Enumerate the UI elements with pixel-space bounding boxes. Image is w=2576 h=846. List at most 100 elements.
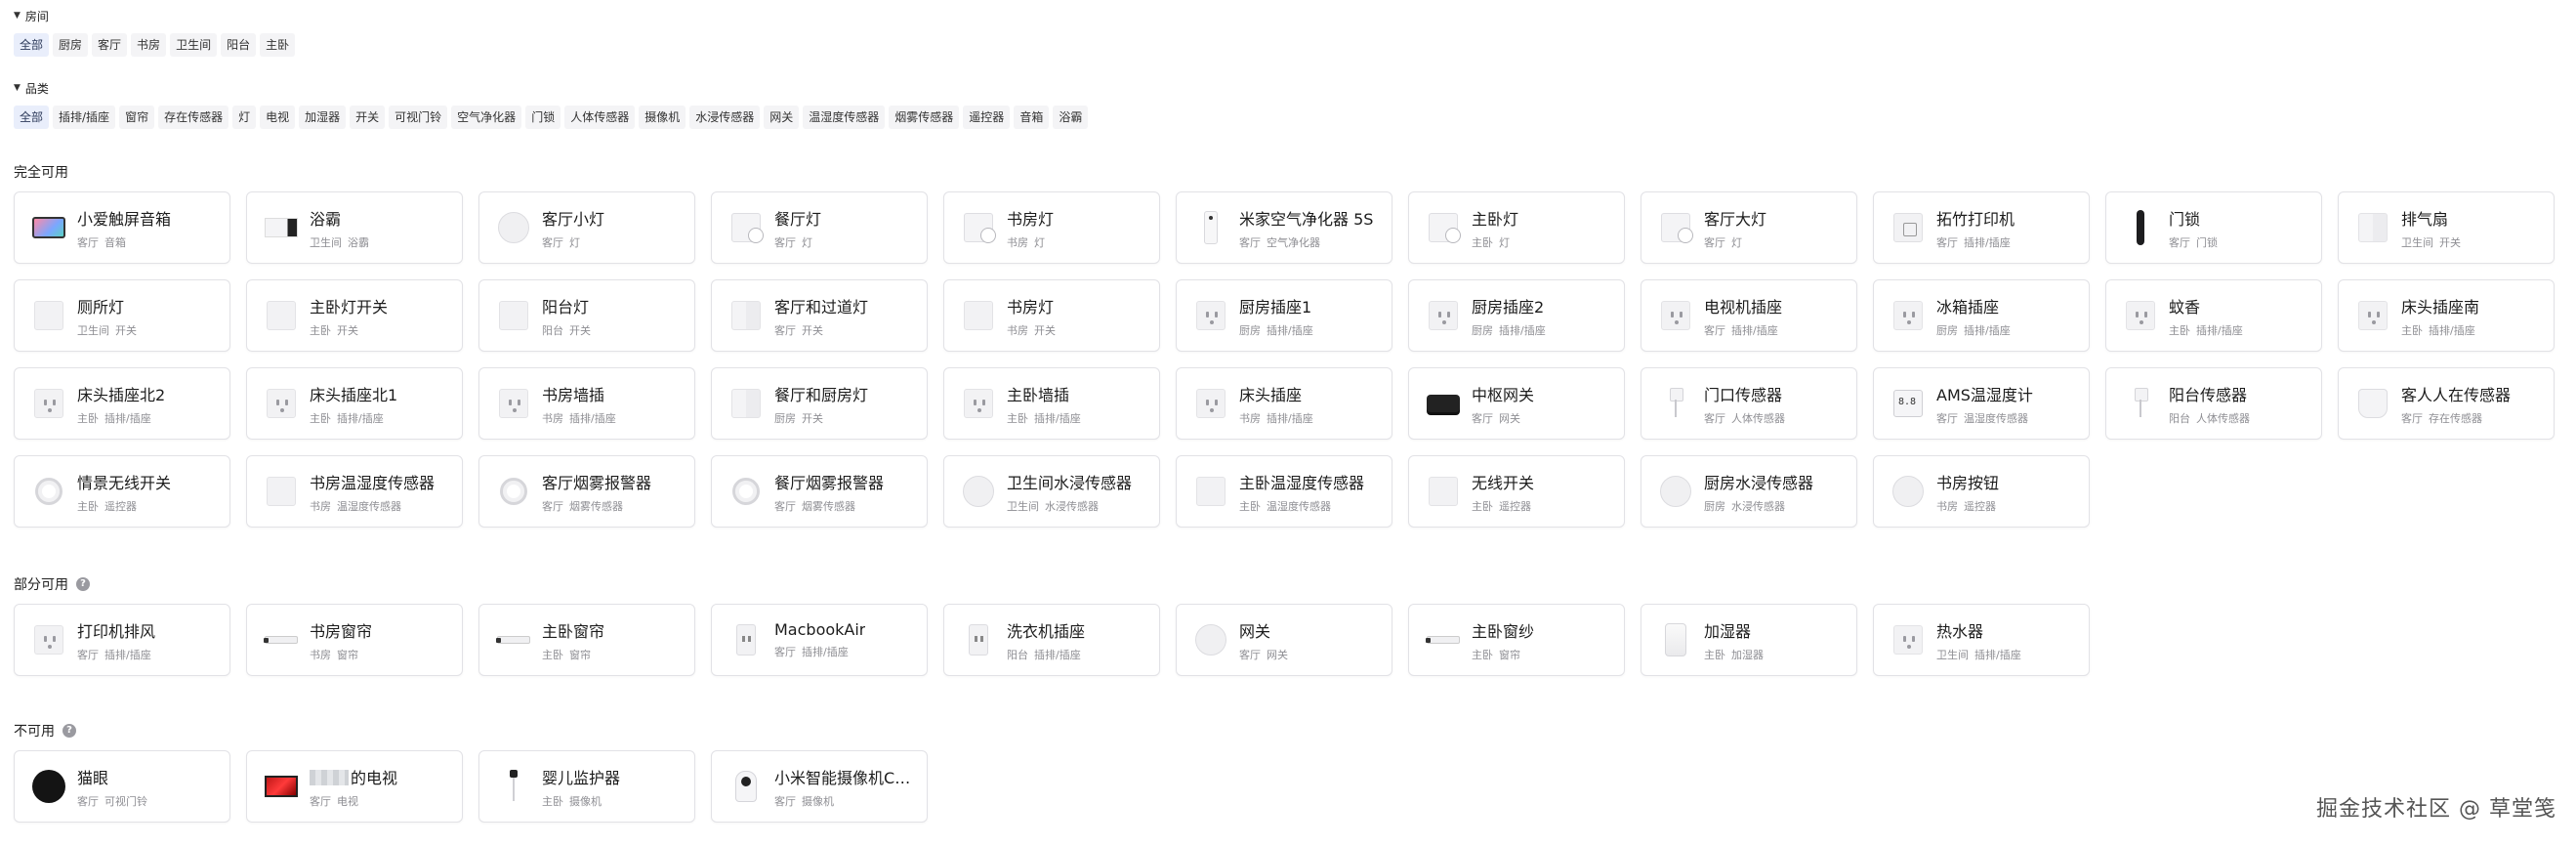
category-chip[interactable]: 可视门铃	[389, 106, 448, 129]
device-card[interactable]: 书房灯 书房灯	[943, 191, 1160, 264]
device-card[interactable]: 床头插座北2 主卧 插排/插座	[14, 367, 230, 440]
category-chip[interactable]: 遥控器	[963, 106, 1011, 129]
category-chip[interactable]: 音箱	[1014, 106, 1050, 129]
device-card[interactable]: 猫眼 客厅 可视门铃	[14, 750, 230, 823]
device-card[interactable]: 排气扇 卫生间 开关	[2338, 191, 2555, 264]
category-chip[interactable]: 开关	[350, 106, 386, 129]
device-card[interactable]: 门口传感器 客厅 人体传感器	[1641, 367, 1857, 440]
device-card[interactable]: 床头插座北1 主卧 插排/插座	[246, 367, 463, 440]
help-icon[interactable]: ?	[76, 577, 90, 591]
device-card[interactable]: 门锁 客厅 门锁	[2105, 191, 2322, 264]
category-chip[interactable]: 摄像机	[639, 106, 686, 129]
room-chip[interactable]: 厨房	[53, 33, 89, 57]
device-card[interactable]: 的电视 客厅 电视	[246, 750, 463, 823]
category-chip[interactable]: 水浸传感器	[689, 106, 761, 129]
device-card[interactable]: 厨房水浸传感器 厨房 水浸传感器	[1641, 455, 1857, 528]
device-card[interactable]: 蚊香 主卧 插排/插座	[2105, 279, 2322, 352]
device-card[interactable]: 主卧墙插 主卧 插排/插座	[943, 367, 1160, 440]
device-card[interactable]: 网关 客厅 网关	[1176, 604, 1392, 676]
device-card[interactable]: 床头插座 书房 插排/插座	[1176, 367, 1392, 440]
device-card[interactable]: 主卧窗纱 主卧 窗帘	[1408, 604, 1625, 676]
device-card[interactable]: 浴霸 卫生间 浴霸	[246, 191, 463, 264]
device-card[interactable]: 打印机排风 客厅 插排/插座	[14, 604, 230, 676]
help-icon[interactable]: ?	[62, 724, 76, 738]
rail-icon	[264, 623, 298, 656]
category-chip[interactable]: 灯	[232, 106, 257, 129]
category-filter-header[interactable]: ▼ 品类	[14, 79, 1088, 97]
device-card[interactable]: 书房墙插 书房 插排/插座	[478, 367, 695, 440]
device-name-text: 主卧灯	[1472, 209, 1519, 229]
device-meta: 客厅 温湿度传感器	[1936, 410, 2033, 426]
device-card[interactable]: 餐厅烟雾报警器 客厅 烟雾传感器	[711, 455, 928, 528]
category-chip[interactable]: 烟雾传感器	[889, 106, 960, 129]
device-card[interactable]: 书房窗帘 书房 窗帘	[246, 604, 463, 676]
device-card[interactable]: 冰箱插座 厨房 插排/插座	[1873, 279, 2090, 352]
device-info: 书房温湿度传感器 书房 温湿度传感器	[310, 470, 435, 514]
device-card[interactable]: 加湿器 主卧 加湿器	[1641, 604, 1857, 676]
device-card[interactable]: 小米智能摄像机C7... 客厅 摄像机	[711, 750, 928, 823]
category-chip[interactable]: 人体传感器	[564, 106, 636, 129]
device-info: 主卧灯 主卧灯	[1472, 206, 1518, 250]
device-card[interactable]: 米家空气净化器 5S 客厅 空气净化器	[1176, 191, 1392, 264]
device-card[interactable]: 阳台传感器 阳台 人体传感器	[2105, 367, 2322, 440]
category-chip[interactable]: 加湿器	[299, 106, 347, 129]
device-card[interactable]: 热水器 卫生间 插排/插座	[1873, 604, 2090, 676]
device-card[interactable]: 客人人在传感器 客厅 存在传感器	[2338, 367, 2555, 440]
device-card[interactable]: 拓竹打印机 客厅 插排/插座	[1873, 191, 2090, 264]
device-card[interactable]: 客厅烟雾报警器 客厅 烟雾传感器	[478, 455, 695, 528]
device-card[interactable]: 无线开关 主卧 遥控器	[1408, 455, 1625, 528]
device-card[interactable]: 厨房插座1 厨房 插排/插座	[1176, 279, 1392, 352]
room-chip[interactable]: 卫生间	[170, 33, 218, 57]
panel-icon	[962, 299, 995, 332]
device-name: AMS温湿度计	[1936, 382, 2033, 405]
category-chip[interactable]: 浴霸	[1053, 106, 1089, 129]
device-card[interactable]: 婴儿监护器 主卧 摄像机	[478, 750, 695, 823]
room-chip[interactable]: 全部	[14, 33, 50, 57]
device-card[interactable]: 客厅和过道灯 客厅 开关	[711, 279, 928, 352]
category-chip[interactable]: 网关	[764, 106, 800, 129]
device-card[interactable]: 厕所灯 卫生间 开关	[14, 279, 230, 352]
device-card[interactable]: 餐厅灯 客厅灯	[711, 191, 928, 264]
device-card[interactable]: 书房温湿度传感器 书房 温湿度传感器	[246, 455, 463, 528]
device-card[interactable]: 阳台灯 阳台 开关	[478, 279, 695, 352]
device-name: 厨房插座1	[1239, 294, 1313, 317]
device-card[interactable]: 洗衣机插座 阳台 插排/插座	[943, 604, 1160, 676]
device-name: 猫眼	[77, 765, 147, 788]
device-room: 客厅	[774, 646, 796, 658]
room-chip[interactable]: 主卧	[260, 33, 296, 57]
device-card[interactable]: 卫生间水浸传感器 卫生间 水浸传感器	[943, 455, 1160, 528]
category-chip[interactable]: 温湿度传感器	[803, 106, 886, 129]
device-card[interactable]: 情景无线开关 主卧 遥控器	[14, 455, 230, 528]
device-card[interactable]: AMS温湿度计客厅温湿度传感器	[1873, 367, 2090, 440]
device-card[interactable]: 厨房插座2 厨房 插排/插座	[1408, 279, 1625, 352]
category-chip[interactable]: 插排/插座	[53, 106, 116, 129]
device-card[interactable]: 书房按钮 书房 遥控器	[1873, 455, 2090, 528]
device-card[interactable]: 书房灯 书房 开关	[943, 279, 1160, 352]
device-card[interactable]: 中枢网关 客厅 网关	[1408, 367, 1625, 440]
category-chip[interactable]: 存在传感器	[158, 106, 229, 129]
device-room: 厨房	[1704, 499, 1725, 513]
device-card[interactable]: 主卧灯 主卧灯	[1408, 191, 1625, 264]
room-filter-header[interactable]: ▼ 房间	[14, 7, 295, 24]
category-chip[interactable]: 门锁	[525, 106, 561, 129]
device-card[interactable]: 床头插座南 主卧 插排/插座	[2338, 279, 2555, 352]
device-name: 主卧温湿度传感器	[1239, 470, 1364, 493]
device-card[interactable]: 餐厅和厨房灯 厨房 开关	[711, 367, 928, 440]
room-chip[interactable]: 客厅	[92, 33, 128, 57]
device-card[interactable]: 电视机插座 客厅 插排/插座	[1641, 279, 1857, 352]
device-card[interactable]: MacbookAir 客厅 插排/插座	[711, 604, 928, 676]
category-chip[interactable]: 空气净化器	[451, 106, 522, 129]
device-card[interactable]: 小爱触屏音箱 客厅 音箱	[14, 191, 230, 264]
device-card[interactable]: 客厅大灯 客厅灯	[1641, 191, 1857, 264]
category-chip[interactable]: 窗帘	[119, 106, 155, 129]
door-icon	[1659, 387, 1692, 420]
room-chip[interactable]: 书房	[131, 33, 167, 57]
room-chip[interactable]: 阳台	[221, 33, 257, 57]
device-card[interactable]: 主卧窗帘 主卧 窗帘	[478, 604, 695, 676]
device-name: 电视机插座	[1704, 294, 1782, 317]
category-chip[interactable]: 全部	[14, 106, 50, 129]
device-card[interactable]: 主卧灯开关 主卧 开关	[246, 279, 463, 352]
category-chip[interactable]: 电视	[260, 106, 296, 129]
device-card[interactable]: 主卧温湿度传感器 主卧 温湿度传感器	[1176, 455, 1392, 528]
device-card[interactable]: 客厅小灯 客厅灯	[478, 191, 695, 264]
